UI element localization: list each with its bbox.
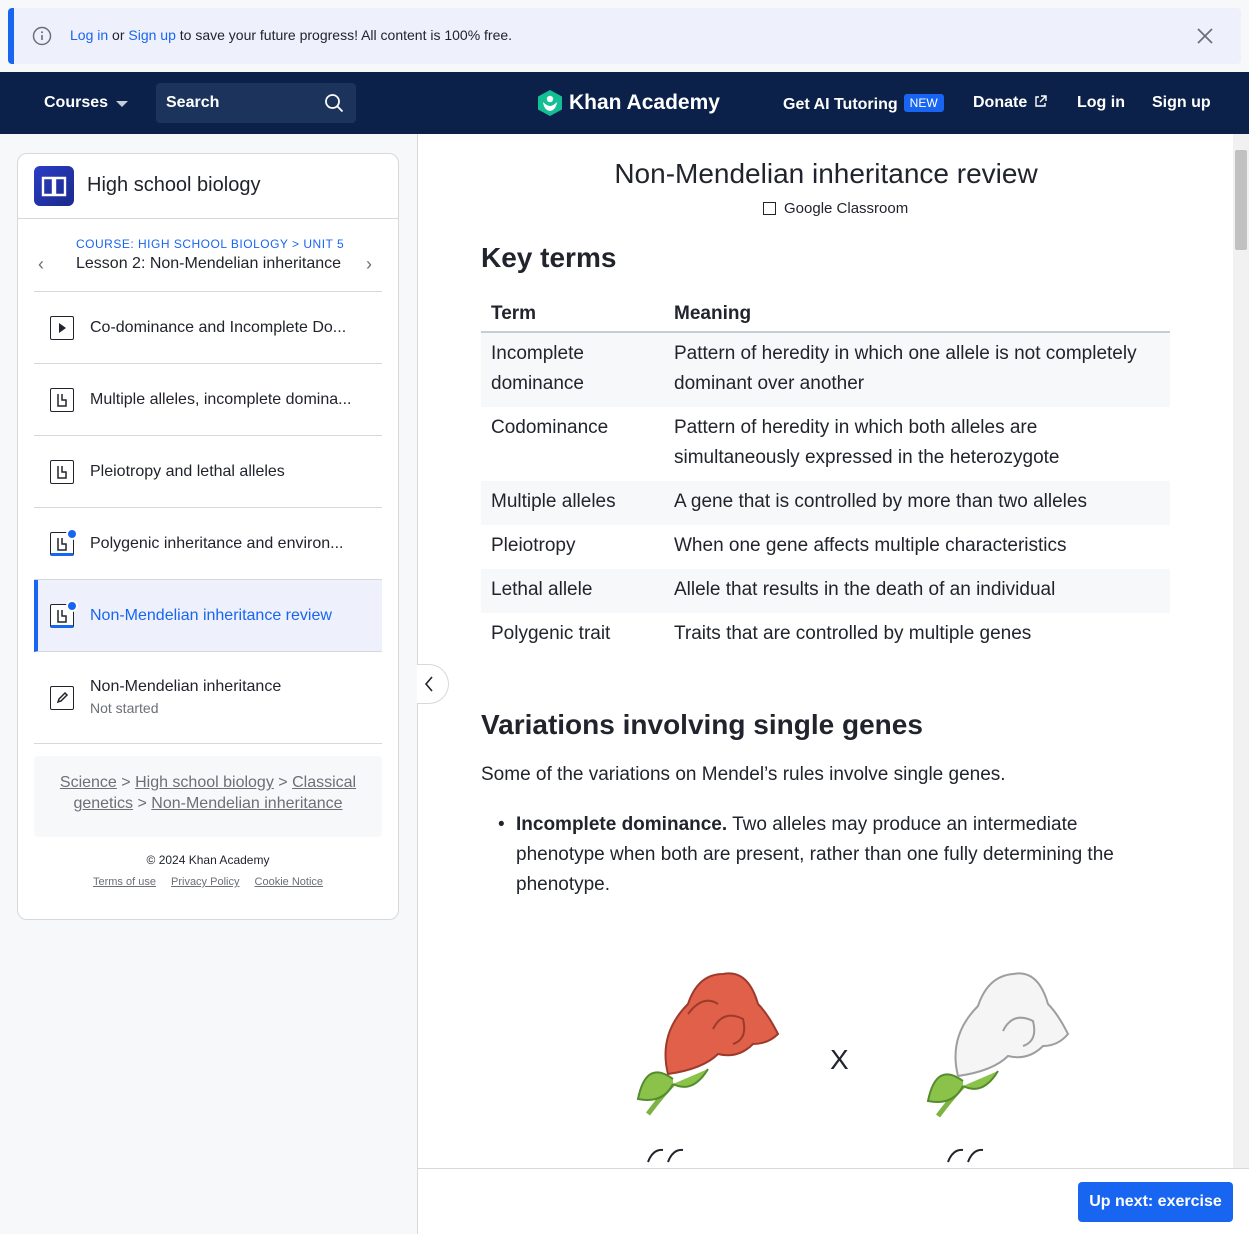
collapse-sidebar-button[interactable] xyxy=(417,664,449,704)
chevron-down-icon xyxy=(116,101,129,107)
variations-intro: Some of the variations on Mendel’s rules… xyxy=(481,764,1006,785)
sidebar-item-label: Multiple alleles, incomplete domina... xyxy=(90,391,352,408)
sidebar-item-article[interactable]: Polygenic inheritance and environ... xyxy=(34,508,382,580)
lesson-navigator: ‹ COURSE: HIGH SCHOOL BIOLOGY > UNIT 5 L… xyxy=(34,220,382,292)
sidebar-item-label: Non-Mendelian inheritance review xyxy=(90,607,332,624)
course-sidebar: High school biology ‹ COURSE: HIGH SCHOO… xyxy=(17,153,399,920)
variations-heading: Variations involving single genes xyxy=(481,709,923,740)
breadcrumb: Science > High school biology > Classica… xyxy=(34,756,382,837)
sidebar-item-label: Co-dominance and Incomplete Do... xyxy=(90,319,347,336)
table-row: Multiple alleles A gene that is controlle… xyxy=(481,481,1170,525)
chevron-left-icon xyxy=(424,676,433,692)
new-badge: NEW xyxy=(903,94,944,112)
up-next-button[interactable]: Up next: exercise xyxy=(1078,1182,1233,1222)
play-icon xyxy=(50,316,74,340)
column-header-meaning: Meaning xyxy=(664,296,1170,333)
breadcrumb-science[interactable]: Science xyxy=(60,774,117,791)
table-row: Incomplete dominance Pattern of heredity … xyxy=(481,332,1170,407)
google-classroom-button[interactable]: Google Classroom xyxy=(763,200,908,217)
external-link-icon xyxy=(1034,95,1047,107)
sidebar-item-active[interactable]: Non-Mendelian inheritance review xyxy=(34,580,382,652)
scrollbar-thumb[interactable] xyxy=(1235,150,1247,250)
completed-check-icon xyxy=(66,600,78,612)
bottom-action-bar: Up next: exercise xyxy=(418,1168,1249,1234)
white-flower-illustration xyxy=(926,972,1070,1118)
info-icon xyxy=(32,26,52,46)
bullet-term: Incomplete dominance. xyxy=(516,814,728,835)
cross-symbol: X xyxy=(830,1044,849,1075)
donate-link[interactable]: Donate xyxy=(973,94,1047,112)
article-icon xyxy=(50,388,74,412)
key-terms-table: Term Meaning Incomplete dominance Pattern… xyxy=(481,296,1170,657)
pencil-icon xyxy=(50,686,74,710)
key-terms-heading: Key terms xyxy=(481,242,617,273)
table-row: Codominance Pattern of heredity in which … xyxy=(491,417,1060,468)
courses-menu-button[interactable]: Courses xyxy=(44,94,129,112)
course-title: High school biology xyxy=(87,174,261,196)
cookie-link[interactable]: Cookie Notice xyxy=(255,876,323,888)
table-row: Polygenic trait Traits that are controlle… xyxy=(491,623,1032,644)
footer-links: Terms of use Privacy Policy Cookie Notic… xyxy=(18,876,398,888)
breadcrumb-high-school-biology[interactable]: High school biology xyxy=(135,774,274,791)
chevron-right-icon[interactable]: › xyxy=(366,254,372,275)
chevron-left-icon[interactable]: ‹ xyxy=(38,254,44,275)
copyright: © 2024 Khan Academy xyxy=(146,853,270,867)
completed-check-icon xyxy=(66,528,78,540)
banner-signup-link[interactable]: Sign up xyxy=(128,27,175,43)
snapdragon-cross-illustration: X xyxy=(608,944,1088,1166)
breadcrumb-non-mendelian-inheritance[interactable]: Non-Mendelian inheritance xyxy=(151,795,342,812)
sidebar-item-exercise[interactable]: Non-Mendelian inheritance Not started xyxy=(34,652,382,744)
sidebar-item-label: Pleiotropy and lethal alleles xyxy=(90,463,285,480)
sidebar-item-article[interactable]: Pleiotropy and lethal alleles xyxy=(34,436,382,508)
top-navigation: Courses Search Khan Academy Get AI Tutor… xyxy=(0,72,1249,134)
unit-breadcrumb[interactable]: COURSE: HIGH SCHOOL BIOLOGY > UNIT 5 xyxy=(76,237,344,251)
book-icon xyxy=(34,166,74,206)
signup-link[interactable]: Sign up xyxy=(1152,94,1211,112)
banner-text: Log in or Sign up to save your future pr… xyxy=(70,27,513,43)
article-icon xyxy=(50,460,74,484)
close-icon[interactable] xyxy=(1195,26,1215,46)
google-classroom-icon xyxy=(763,202,776,215)
sidebar-item-video[interactable]: Co-dominance and Incomplete Do... xyxy=(34,292,382,364)
table-row: Lethal allele Allele that results in the … xyxy=(481,569,1170,613)
search-label: Search xyxy=(166,94,220,111)
scrollbar[interactable] xyxy=(1233,134,1249,1168)
banner-login-link[interactable]: Log in xyxy=(70,27,108,43)
sidebar-item-status: Not started xyxy=(90,700,159,716)
sidebar-item-label: Non-Mendelian inheritance xyxy=(90,678,282,695)
khan-academy-leaf-icon xyxy=(538,90,562,116)
list-item: Incomplete dominance. Two alleles may pr… xyxy=(498,810,1156,900)
column-header-term: Term xyxy=(481,296,664,333)
table-header-row: Term Meaning xyxy=(481,296,1170,333)
login-link[interactable]: Log in xyxy=(1077,94,1125,112)
table-row: Pleiotropy When one gene affects multiple… xyxy=(491,535,1067,556)
search-input[interactable]: Search xyxy=(156,83,356,123)
banner-message: to save your future progress! All conten… xyxy=(179,27,513,43)
privacy-link[interactable]: Privacy Policy xyxy=(171,876,239,888)
sidebar-item-label: Polygenic inheritance and environ... xyxy=(90,535,344,552)
ai-tutoring-link[interactable]: Get AI Tutoring NEW xyxy=(783,94,944,114)
terms-link[interactable]: Terms of use xyxy=(93,876,156,888)
course-header[interactable]: High school biology xyxy=(18,154,398,219)
search-icon[interactable] xyxy=(324,93,344,113)
red-flower-illustration xyxy=(636,972,780,1116)
khan-academy-logo[interactable]: Khan Academy xyxy=(537,89,720,117)
sidebar-item-article[interactable]: Multiple alleles, incomplete domina... xyxy=(34,364,382,436)
login-banner: Log in or Sign up to save your future pr… xyxy=(8,8,1241,64)
article-content: Non-Mendelian inheritance review Google … xyxy=(417,134,1249,1234)
page-title: Non-Mendelian inheritance review xyxy=(614,158,1038,189)
lesson-title: Lesson 2: Non-Mendelian inheritance xyxy=(76,255,342,272)
